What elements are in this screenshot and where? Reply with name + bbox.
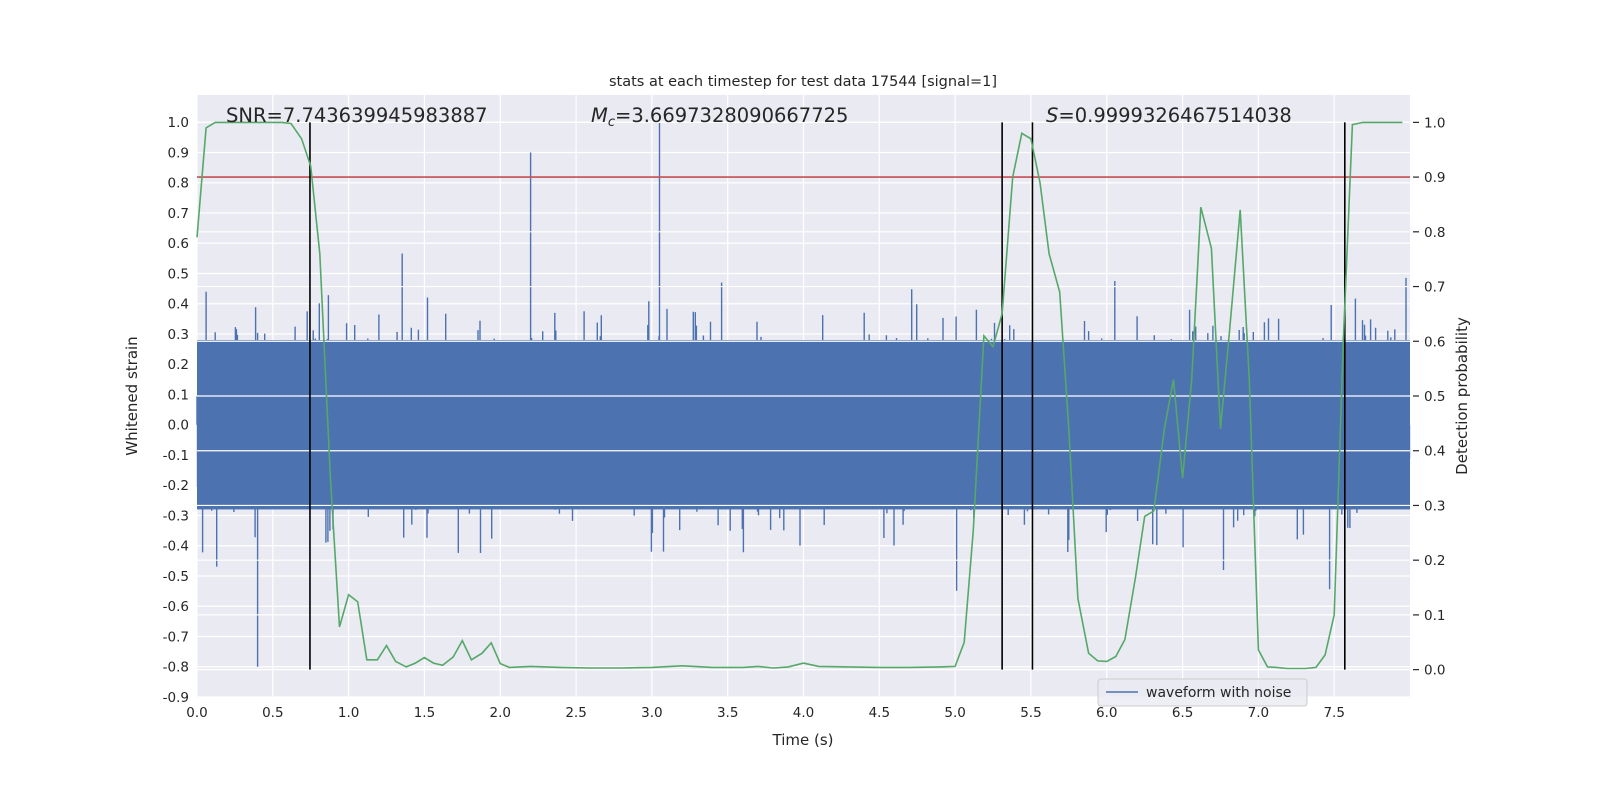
y-tick-label: 1.0 <box>168 115 189 131</box>
y-tick-label: 0.2 <box>168 357 189 373</box>
y-tick-label: -0.7 <box>163 629 189 645</box>
y-tick-label: 0.5 <box>168 266 189 282</box>
chirp-mass-annotation: Mc=3.6697328090667725 <box>591 104 848 130</box>
x-tick-label: 4.0 <box>793 705 814 721</box>
x-ticks: 0.0 0.5 1.0 1.5 2.0 2.5 3.0 3.5 4.0 4.5 5.0 5.5 6.0 6… <box>186 705 1345 721</box>
mc-value: =3.6697328090667725 <box>615 104 848 127</box>
y2-tick-label: 0.6 <box>1424 334 1445 350</box>
y2-tick-label: 0.9 <box>1424 170 1445 186</box>
x-tick-label: 0.5 <box>262 705 283 721</box>
y-tick-label: -0.8 <box>163 660 189 676</box>
s-symbol: S <box>1046 104 1058 127</box>
y-tick-label: 0.6 <box>168 236 189 252</box>
chart: stats at each timestep for test data 175… <box>123 74 1471 749</box>
x-tick-label: 2.5 <box>565 705 586 721</box>
x-tick-label: 5.5 <box>1020 705 1041 721</box>
x-tick-label: 7.0 <box>1248 705 1269 721</box>
s-value: =0.9999326467514038 <box>1058 104 1291 127</box>
y-tick-label: 0.3 <box>168 327 189 343</box>
y2-tick-label: 0.4 <box>1424 444 1445 460</box>
waveform-dense-band <box>197 340 1410 510</box>
y-tick-label: 0.0 <box>168 418 189 434</box>
y-tick-label: -0.2 <box>163 478 189 494</box>
y2-tick-label: 0.2 <box>1424 553 1445 569</box>
x-tick-label: 1.5 <box>414 705 435 721</box>
y-tick-label: -0.6 <box>163 599 189 615</box>
chart-title: stats at each timestep for test data 175… <box>609 74 997 90</box>
y-tick-label: 0.1 <box>168 387 189 403</box>
mc-symbol: M <box>591 104 608 127</box>
mc-subscript: c <box>608 115 615 130</box>
y2-tick-label: 0.3 <box>1424 498 1445 514</box>
x-tick-label: 1.0 <box>338 705 359 721</box>
y-tick-label: -0.4 <box>163 539 189 555</box>
y-tick-label: 0.9 <box>168 145 189 161</box>
x-tick-label: 4.5 <box>869 705 890 721</box>
y-ticks: 1.0 0.9 0.8 0.7 0.6 0.5 0.4 0.3 0.2 0.1 0.0 -0.1 -0.… <box>163 115 189 706</box>
x-tick-label: 6.0 <box>1096 705 1117 721</box>
y-tick-label: 0.8 <box>168 176 189 192</box>
y2-tick-label: 1.0 <box>1424 115 1445 131</box>
y2-tick-label: 0.5 <box>1424 389 1445 405</box>
y2-tick-label: 0.0 <box>1424 663 1445 679</box>
snr-annotation: SNR=7.743639945983887 <box>226 104 488 127</box>
x-axis-label: Time (s) <box>772 731 834 749</box>
legend-label: waveform with noise <box>1146 685 1291 701</box>
x-tick-label: 6.5 <box>1172 705 1193 721</box>
y2-ticks: 1.0 0.9 0.8 0.7 0.6 0.5 0.4 0.3 0.2 0.1 0.0 <box>1413 115 1445 679</box>
x-tick-label: 3.0 <box>641 705 662 721</box>
x-tick-label: 2.0 <box>490 705 511 721</box>
y-tick-label: -0.9 <box>163 690 189 706</box>
y2-tick-label: 0.7 <box>1424 280 1445 296</box>
y-tick-label: -0.1 <box>163 448 189 464</box>
y2-tick-label: 0.8 <box>1424 225 1445 241</box>
y-tick-label: -0.5 <box>163 569 189 585</box>
x-tick-label: 5.0 <box>944 705 965 721</box>
legend: waveform with noise <box>1097 678 1308 707</box>
x-tick-label: 0.0 <box>186 705 207 721</box>
y2-tick-label: 0.1 <box>1424 608 1445 624</box>
x-tick-label: 3.5 <box>717 705 738 721</box>
y2-axis-label: Detection probability <box>1453 317 1471 475</box>
y-tick-label: 0.7 <box>168 206 189 222</box>
y-axis-label: Whitened strain <box>123 336 141 455</box>
score-annotation: S=0.9999326467514038 <box>1046 104 1292 127</box>
y-tick-label: 0.4 <box>168 297 189 313</box>
x-tick-label: 7.5 <box>1323 705 1344 721</box>
y-tick-label: -0.3 <box>163 508 189 524</box>
